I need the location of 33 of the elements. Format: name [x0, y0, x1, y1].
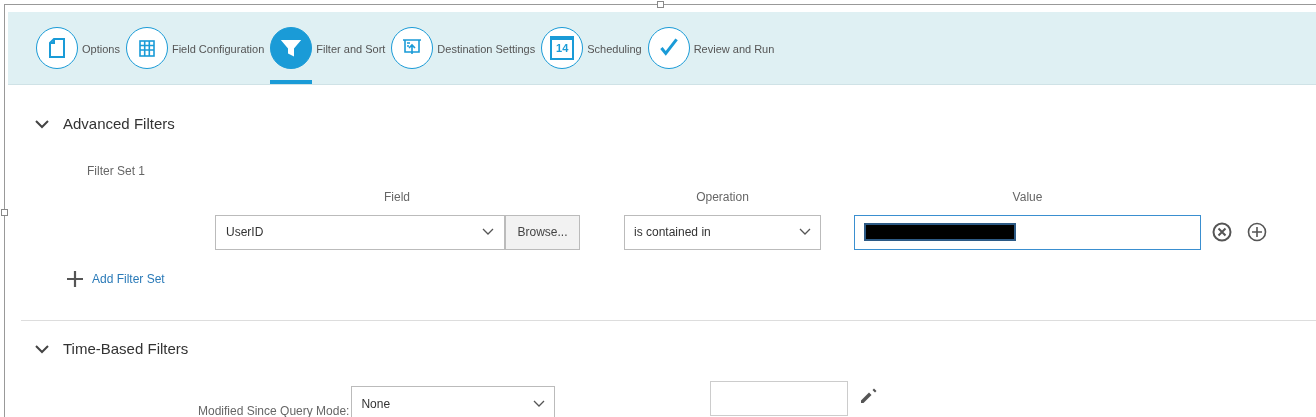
active-underline [270, 80, 313, 84]
step-tab[interactable]: Filter and Sort [270, 11, 386, 84]
column-header: Operation [695, 188, 750, 206]
step-tab[interactable]: Review and Run [647, 11, 775, 84]
filter-set-label: Filter Set 1 [87, 162, 146, 180]
column-header: Value [1011, 188, 1044, 206]
mode-label: Modified Since Query Mode: [198, 403, 350, 417]
field-dropdown[interactable]: UserID [215, 214, 505, 250]
column-header: Field [383, 188, 411, 206]
section-title: Advanced Filters [63, 114, 175, 134]
caret-icon [482, 228, 494, 236]
resize-handle[interactable] [657, 1, 664, 8]
browse-button[interactable]: Browse... [505, 214, 580, 250]
plus-icon [66, 269, 84, 288]
value-input[interactable] [854, 214, 1201, 250]
pencil-icon[interactable] [858, 386, 879, 406]
add-circle-icon[interactable] [1247, 222, 1267, 242]
step-tab[interactable]: Destination Settings [391, 11, 536, 84]
step-tab[interactable]: Options [36, 11, 120, 84]
operation-dropdown[interactable]: is contained in [624, 214, 821, 250]
calendar-icon: 14 [550, 35, 575, 60]
resize-handle[interactable] [1, 209, 8, 216]
caret-icon [799, 228, 811, 236]
step-tab[interactable]: 14 Scheduling [541, 11, 642, 84]
date-input[interactable] [710, 381, 849, 416]
remove-circle-icon[interactable] [1212, 222, 1232, 242]
chevron-down-icon[interactable] [35, 119, 49, 130]
mode-dropdown[interactable]: None [351, 386, 556, 417]
section-title: Time-Based Filters [63, 338, 189, 359]
add-filter-set-link[interactable]: Add Filter Set [66, 269, 165, 288]
caret-icon [533, 399, 546, 408]
step-tab[interactable]: Field Configuration [125, 11, 265, 84]
chevron-down-icon[interactable] [35, 343, 49, 354]
